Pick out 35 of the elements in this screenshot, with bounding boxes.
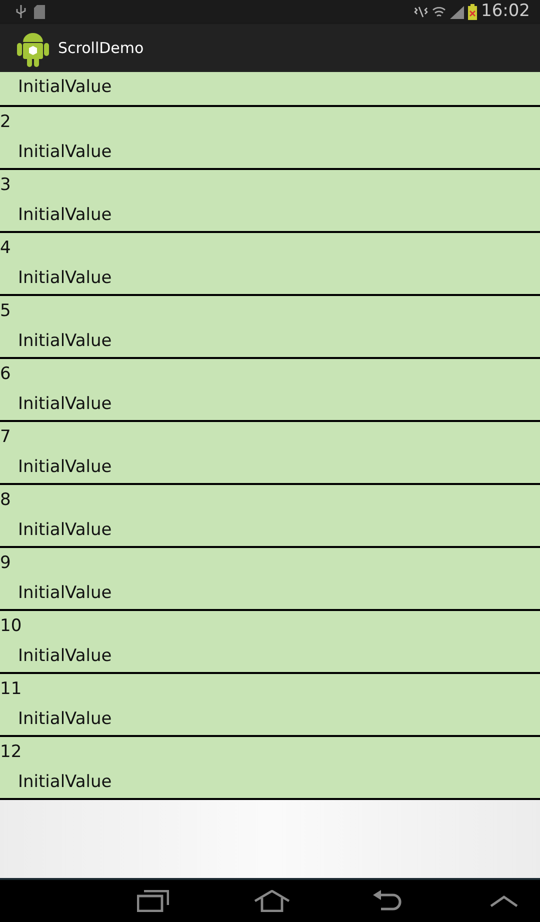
back-icon[interactable] <box>373 890 403 912</box>
vibrate-icon <box>414 6 428 18</box>
chevron-up-icon[interactable] <box>490 895 518 907</box>
item-number: 4 <box>0 237 11 260</box>
wifi-icon <box>432 6 446 18</box>
item-number: 9 <box>0 552 11 575</box>
item-number: 12 <box>0 741 22 764</box>
item-value: InitialValue <box>17 141 112 164</box>
item-value: InitialValue <box>17 519 112 542</box>
recent-apps-icon[interactable] <box>137 890 169 912</box>
item-value: InitialValue <box>17 582 112 605</box>
signal-icon <box>450 6 464 18</box>
item-number: 5 <box>0 300 11 323</box>
item-value: InitialValue <box>17 645 112 668</box>
item-value: InitialValue <box>17 330 112 353</box>
item-number: 10 <box>0 615 22 638</box>
sd-card-icon <box>34 5 45 19</box>
item-value: InitialValue <box>17 76 112 99</box>
item-number: 7 <box>0 426 11 449</box>
usb-icon <box>16 5 26 19</box>
item-value: InitialValue <box>17 393 112 416</box>
item-value: InitialValue <box>17 771 112 794</box>
item-number: 6 <box>0 363 11 386</box>
item-number: 11 <box>0 678 22 701</box>
item-value: InitialValue <box>17 204 112 227</box>
item-value: InitialValue <box>17 708 112 731</box>
item-number: 8 <box>0 489 11 512</box>
app-title: ScrollDemo <box>58 38 144 59</box>
item-number: 2 <box>0 111 11 134</box>
battery-icon <box>468 4 477 20</box>
home-icon[interactable] <box>254 890 290 912</box>
item-value: InitialValue <box>17 456 112 479</box>
item-value: InitialValue <box>17 267 112 290</box>
clock-time: 16:02 <box>481 0 530 24</box>
item-number: 3 <box>0 174 11 197</box>
